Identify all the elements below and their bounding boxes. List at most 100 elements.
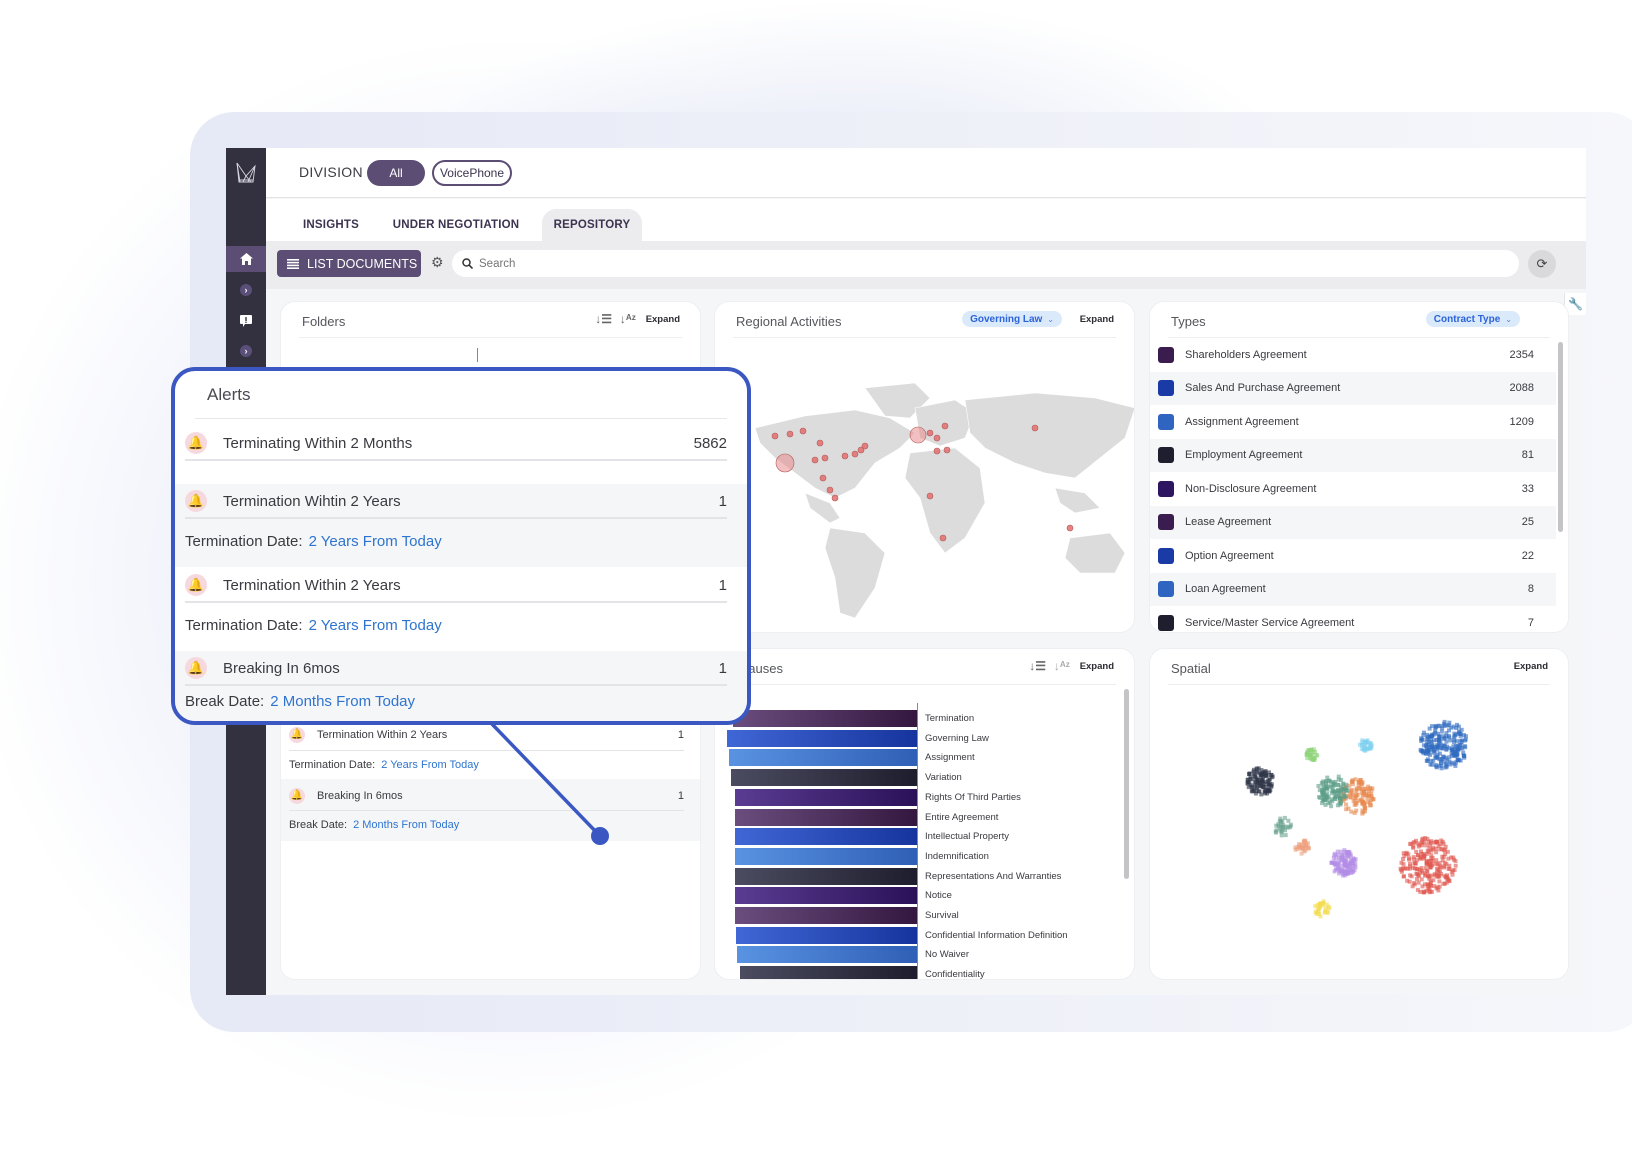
- governing-law-dropdown[interactable]: Governing Law ⌄: [962, 311, 1062, 327]
- map-marker[interactable]: [933, 434, 941, 442]
- map-marker[interactable]: [1031, 424, 1039, 432]
- alert-row[interactable]: 🔔 Breaking In 6mos 1 Break Date: 2 Months…: [281, 779, 700, 841]
- spatial-cluster[interactable]: [1398, 836, 1458, 895]
- search-input[interactable]: [479, 257, 1484, 270]
- map-marker[interactable]: [775, 453, 795, 473]
- spatial-cluster[interactable]: [1313, 899, 1332, 919]
- sort-by-count-icon[interactable]: ↓☰: [1029, 659, 1046, 673]
- spatial-cluster[interactable]: [1358, 738, 1374, 753]
- alert-row[interactable]: 🔔 Breaking In 6mos 1: [185, 652, 727, 686]
- map-marker[interactable]: [909, 426, 927, 444]
- sort-by-count-icon[interactable]: ↓☰: [595, 312, 612, 326]
- type-row[interactable]: Sales And Purchase Agreement 2088: [1150, 371, 1556, 405]
- map-marker[interactable]: [826, 486, 834, 494]
- sidebar-expand-2[interactable]: ›: [226, 338, 266, 364]
- regional-expand-button[interactable]: Expand: [1080, 314, 1114, 325]
- map-marker[interactable]: [861, 442, 869, 450]
- alert-date-link[interactable]: 2 Years From Today: [309, 533, 442, 550]
- map-marker[interactable]: [933, 447, 941, 455]
- map-marker[interactable]: [851, 450, 859, 458]
- clause-bar[interactable]: [732, 710, 917, 727]
- clause-bar[interactable]: [734, 907, 917, 924]
- sidebar-expand-1[interactable]: ›: [226, 277, 266, 303]
- map-marker[interactable]: [1066, 524, 1074, 532]
- alert-date-link[interactable]: 2 Months From Today: [353, 819, 459, 831]
- map-marker[interactable]: [799, 427, 807, 435]
- type-row[interactable]: Shareholders Agreement 2354: [1150, 338, 1556, 372]
- refresh-button[interactable]: ⟳: [1528, 250, 1556, 278]
- alert-date: Break Date: 2 Months From Today: [185, 693, 415, 710]
- top-bar: DIVISION All VoicePhone: [266, 148, 1586, 198]
- clause-bar[interactable]: [734, 808, 917, 826]
- map-marker[interactable]: [926, 492, 934, 500]
- contract-type-dropdown[interactable]: Contract Type ⌄: [1425, 311, 1520, 327]
- clauses-scrollbar[interactable]: [1124, 689, 1129, 879]
- spatial-cluster[interactable]: [1304, 747, 1320, 762]
- clause-bar[interactable]: [736, 946, 917, 964]
- map-marker[interactable]: [926, 429, 934, 437]
- alert-date-link[interactable]: 2 Years From Today: [309, 617, 442, 634]
- alert-count: 1: [718, 576, 727, 594]
- map-marker[interactable]: [819, 474, 827, 482]
- spatial-cluster[interactable]: [1293, 838, 1311, 856]
- search-field[interactable]: [452, 250, 1519, 277]
- spatial-cluster[interactable]: [1245, 766, 1275, 797]
- division-option-voicephone[interactable]: VoicePhone: [432, 160, 512, 186]
- type-row[interactable]: Option Agreement 22: [1150, 539, 1556, 573]
- sidebar-item-home[interactable]: [226, 246, 266, 272]
- clause-bar[interactable]: [734, 828, 917, 846]
- sort-alpha-icon[interactable]: ↓ᴬᶻ: [1054, 659, 1070, 673]
- clause-bar[interactable]: [734, 887, 917, 905]
- map-marker[interactable]: [941, 422, 949, 430]
- bell-icon: 🔔: [185, 490, 207, 512]
- spatial-cluster[interactable]: [1418, 719, 1468, 771]
- alert-row[interactable]: 🔔 Termination Within 2 Years 1 Terminati…: [281, 719, 700, 779]
- alert-row[interactable]: 🔔 Termination Within 2 Years 1: [185, 569, 727, 603]
- type-row[interactable]: Assignment Agreement 1209: [1150, 405, 1556, 439]
- folders-expand-button[interactable]: Expand: [646, 314, 680, 325]
- type-row[interactable]: Lease Agreement 25: [1150, 505, 1556, 539]
- types-scrollbar[interactable]: [1558, 342, 1563, 532]
- map-marker[interactable]: [786, 430, 794, 438]
- alert-date-link[interactable]: 2 Years From Today: [381, 759, 479, 771]
- type-row[interactable]: Non-Disclosure Agreement 33: [1150, 472, 1556, 506]
- type-row[interactable]: Service/Master Service Agreement 7: [1150, 606, 1556, 632]
- clauses-expand-button[interactable]: Expand: [1080, 661, 1114, 672]
- clause-bar[interactable]: [740, 966, 917, 979]
- clause-bar[interactable]: [734, 867, 917, 885]
- tab-repository[interactable]: REPOSITORY: [542, 209, 642, 241]
- tab-under-negotiation[interactable]: UNDER NEGOTIATION: [386, 209, 526, 241]
- map-marker[interactable]: [841, 452, 849, 460]
- spatial-cluster[interactable]: [1329, 848, 1358, 878]
- type-row[interactable]: Employment Agreement 81: [1150, 438, 1556, 472]
- type-row[interactable]: Loan Agreement 8: [1150, 572, 1556, 606]
- sort-alpha-icon[interactable]: ↓ᴬᶻ: [620, 312, 636, 326]
- alert-date-link[interactable]: 2 Months From Today: [270, 693, 415, 710]
- map-marker[interactable]: [939, 534, 947, 542]
- list-documents-button[interactable]: LIST DOCUMENTS: [277, 250, 421, 277]
- clause-bar[interactable]: [727, 729, 917, 747]
- alert-summary-row[interactable]: 🔔 Terminating Within 2 Months 5862: [185, 427, 727, 461]
- division-option-all[interactable]: All: [367, 160, 425, 186]
- map-marker[interactable]: [771, 432, 779, 440]
- clause-bar[interactable]: [734, 788, 917, 806]
- spatial-cluster[interactable]: [1273, 815, 1293, 838]
- alert-summary-count: 5862: [693, 434, 727, 452]
- map-marker[interactable]: [811, 456, 819, 464]
- map-marker[interactable]: [943, 446, 951, 454]
- clause-bar[interactable]: [730, 769, 917, 787]
- clause-bar[interactable]: [728, 749, 917, 767]
- regional-activities-panel: Regional Activities Governing Law ⌄ Expan…: [715, 302, 1134, 632]
- type-swatch: [1158, 614, 1174, 631]
- map-marker[interactable]: [816, 439, 824, 447]
- type-swatch: [1158, 480, 1174, 497]
- clause-bar[interactable]: [735, 926, 917, 944]
- alert-row[interactable]: 🔔 Termination Wihtin 2 Years 1: [185, 485, 727, 519]
- spatial-expand-button[interactable]: Expand: [1514, 661, 1548, 672]
- sidebar-item-alerts[interactable]: [226, 308, 266, 334]
- tab-insights[interactable]: INSIGHTS: [296, 209, 366, 241]
- map-marker[interactable]: [821, 454, 829, 462]
- map-marker[interactable]: [831, 494, 839, 502]
- gear-icon[interactable]: ⚙: [431, 255, 445, 269]
- clause-bar[interactable]: [734, 847, 917, 865]
